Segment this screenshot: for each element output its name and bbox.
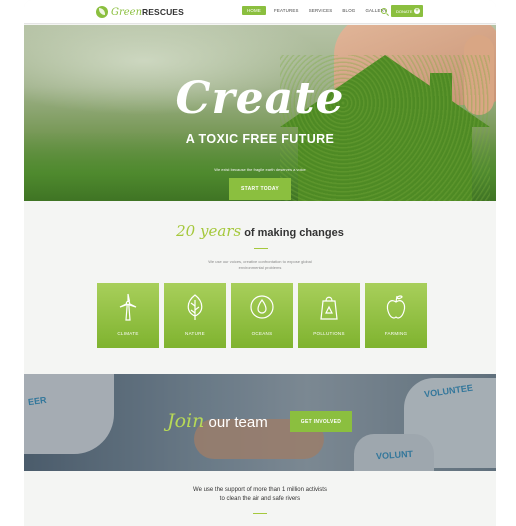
nav-item-features[interactable]: FEATURES: [272, 6, 301, 15]
wind-turbine-icon: [119, 293, 137, 321]
apple-icon: [386, 295, 406, 319]
card-climate[interactable]: CLIMATE: [97, 283, 159, 348]
card-oceans[interactable]: OCEANS: [231, 283, 293, 348]
join-word: Join: [167, 410, 205, 432]
join-rest: our team: [204, 414, 268, 431]
activists-text: We use the support of more than 1 millio…: [154, 486, 366, 504]
site-header: Green RESCUES HOME FEATURES SERVICES BLO…: [24, 0, 496, 24]
page-frame: Green RESCUES HOME FEATURES SERVICES BLO…: [24, 0, 496, 526]
years-heading: 20 years of making changes: [24, 222, 496, 241]
hero-banner: Create A TOXIC FREE FUTURE We exist beca…: [24, 25, 496, 201]
join-banner: EER VOLUNTEE VOLUNT Join our team GET IN…: [24, 374, 496, 471]
card-label: FARMING: [384, 331, 408, 336]
water-drop-icon: [250, 295, 274, 319]
join-heading: Join our team: [167, 410, 268, 432]
get-involved-button[interactable]: GET INVOLVED: [290, 411, 352, 432]
card-pollutions[interactable]: POLLUTIONS: [298, 283, 360, 348]
hero-title: Create: [175, 73, 345, 124]
activists-line-2: to clean the air and safe rivers: [219, 496, 301, 502]
recycle-bag-icon: [320, 296, 338, 320]
logo[interactable]: Green RESCUES: [96, 4, 184, 20]
search-icon[interactable]: [381, 8, 387, 14]
card-label: CLIMATE: [117, 331, 139, 336]
cause-cards: CLIMATE NATURE OCEANS POLLUTIONS FARMING: [97, 283, 427, 348]
logo-text-green: Green: [111, 6, 143, 18]
card-nature[interactable]: NATURE: [164, 283, 226, 348]
years-description: We use our voices, creative confrontatio…: [208, 259, 312, 270]
hero-subtitle: A TOXIC FREE FUTURE: [185, 132, 335, 146]
card-label: OCEANS: [251, 331, 273, 336]
card-label: POLLUTIONS: [313, 331, 345, 336]
activists-line-1: We use the support of more than 1 millio…: [193, 487, 327, 493]
start-today-button[interactable]: START TODAY: [229, 178, 291, 200]
logo-text-dark: RESCUES: [142, 7, 184, 17]
divider: [253, 513, 267, 514]
nav-item-home[interactable]: HOME: [242, 6, 266, 15]
hero-tagline: We exist because the fragile earth deser…: [214, 167, 306, 172]
card-farming[interactable]: FARMING: [365, 283, 427, 348]
leaf-globe-icon: [96, 6, 108, 18]
donate-button[interactable]: DONATE +: [391, 5, 423, 17]
divider: [254, 248, 268, 249]
plus-icon: +: [414, 8, 420, 14]
donate-label: DONATE: [396, 8, 413, 14]
years-text: of making changes: [241, 227, 344, 239]
card-label: NATURE: [185, 331, 205, 336]
nav-item-services[interactable]: SERVICES: [307, 6, 335, 15]
years-number: 20 years: [176, 222, 242, 240]
nav-item-blog[interactable]: BLOG: [340, 6, 357, 15]
leaf-icon: [187, 294, 203, 320]
